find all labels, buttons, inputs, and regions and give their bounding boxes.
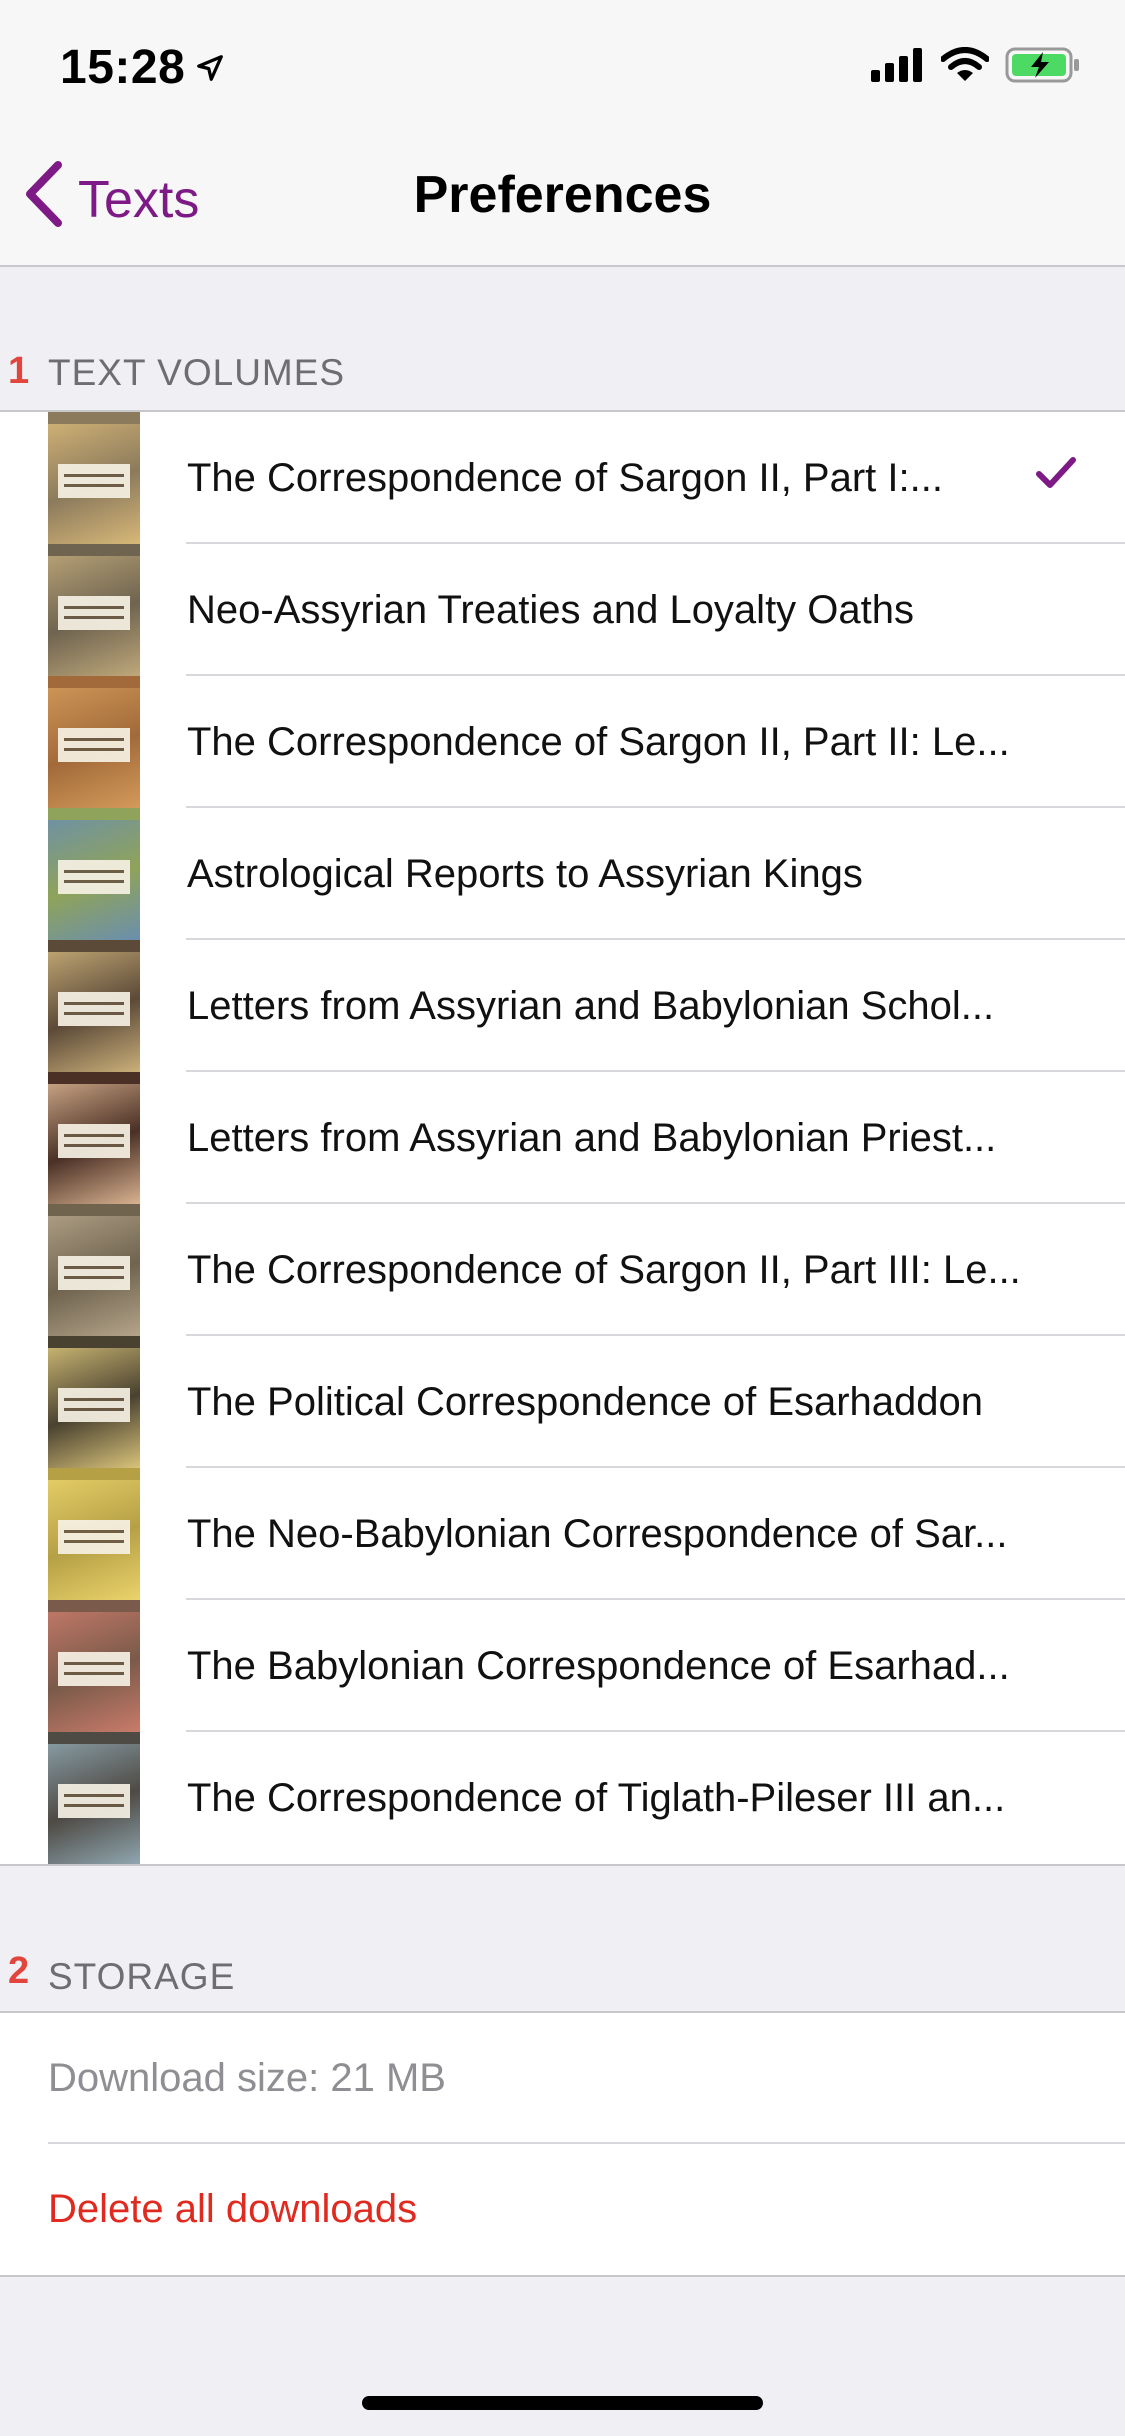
cellular-signal-icon <box>871 48 925 87</box>
cover-band <box>48 940 140 952</box>
volume-cover-image <box>48 544 140 676</box>
section-header-text-volumes: 1 TEXT VOLUMES <box>0 350 1125 410</box>
section-header-storage: 2 STORAGE <box>0 1950 1125 2010</box>
volume-title: Letters from Assyrian and Babylonian Pri… <box>187 1115 997 1160</box>
cover-label <box>58 728 130 762</box>
list-item[interactable]: The Babylonian Correspondence of Esarhad… <box>0 1600 1125 1732</box>
cover-label <box>58 1256 130 1290</box>
cover-label <box>58 1652 130 1686</box>
list-item[interactable]: The Correspondence of Sargon II, Part II… <box>0 1204 1125 1336</box>
cover-band <box>48 1204 140 1216</box>
status-bar-indicators <box>871 46 1081 89</box>
cover-band <box>48 544 140 556</box>
list-item[interactable]: The Correspondence of Tiglath-Pileser II… <box>0 1732 1125 1864</box>
volume-title: The Correspondence of Sargon II, Part I:… <box>187 455 943 500</box>
cover-label <box>58 1388 130 1422</box>
list-item[interactable]: The Political Correspondence of Esarhadd… <box>0 1336 1125 1468</box>
cover-label <box>58 992 130 1026</box>
cover-label <box>58 1520 130 1554</box>
cover-band <box>48 1732 140 1744</box>
delete-all-downloads-label: Delete all downloads <box>48 2187 418 2231</box>
volume-cover-image <box>48 1732 140 1864</box>
cover-band <box>48 1468 140 1480</box>
section-title: TEXT VOLUMES <box>48 352 346 393</box>
list-item[interactable]: The Correspondence of Sargon II, Part II… <box>0 676 1125 808</box>
volume-title: Neo-Assyrian Treaties and Loyalty Oaths <box>187 587 915 632</box>
volume-title: Letters from Assyrian and Babylonian Sch… <box>187 983 995 1028</box>
wifi-icon <box>940 47 990 88</box>
volume-title: The Correspondence of Sargon II, Part II… <box>187 1247 1021 1292</box>
cover-label <box>58 596 130 630</box>
volume-title: The Babylonian Correspondence of Esarhad… <box>187 1643 1010 1688</box>
cover-label <box>58 1124 130 1158</box>
section-title: STORAGE <box>48 1956 236 1997</box>
volume-title: The Political Correspondence of Esarhadd… <box>187 1379 984 1424</box>
location-arrow-icon <box>195 40 225 95</box>
volume-cover-image <box>48 412 140 544</box>
cover-label <box>58 464 130 498</box>
cover-label <box>58 860 130 894</box>
list-item[interactable]: The Neo-Babylonian Correspondence of Sar… <box>0 1468 1125 1600</box>
volume-cover-image <box>48 676 140 808</box>
section-number: 1 <box>8 350 30 392</box>
cover-band <box>48 1072 140 1084</box>
volume-cover-image <box>48 940 140 1072</box>
preferences-screen: 15:28 Texts Preferences 1 TEXT VOLUMES T… <box>0 0 1125 2436</box>
section-number: 2 <box>8 1950 30 1992</box>
list-item[interactable]: Letters from Assyrian and Babylonian Sch… <box>0 940 1125 1072</box>
list-item[interactable]: The Correspondence of Sargon II, Part I:… <box>0 412 1125 544</box>
checkmark-icon <box>1035 456 1077 495</box>
list-item[interactable]: Neo-Assyrian Treaties and Loyalty Oaths <box>0 544 1125 676</box>
cover-label <box>58 1784 130 1818</box>
clock: 15:28 <box>60 41 186 94</box>
cover-band <box>48 1600 140 1612</box>
volume-cover-image <box>48 808 140 940</box>
volume-title: The Correspondence of Tiglath-Pileser II… <box>187 1775 1006 1820</box>
list-item[interactable]: Astrological Reports to Assyrian Kings <box>0 808 1125 940</box>
cover-band <box>48 1336 140 1348</box>
cover-band <box>48 412 140 424</box>
volume-cover-image <box>48 1600 140 1732</box>
text-volumes-list: The Correspondence of Sargon II, Part I:… <box>0 410 1125 1866</box>
download-size-label: Download size: 21 MB <box>48 2056 446 2100</box>
volume-title: Astrological Reports to Assyrian Kings <box>187 851 863 896</box>
download-size-row: Download size: 21 MB <box>0 2013 1125 2144</box>
delete-all-downloads-button[interactable]: Delete all downloads <box>0 2144 1125 2275</box>
cover-band <box>48 808 140 820</box>
cover-band <box>48 676 140 688</box>
volume-cover-image <box>48 1072 140 1204</box>
status-bar-time: 15:28 <box>60 40 225 95</box>
volume-title: The Neo-Babylonian Correspondence of Sar… <box>187 1511 1008 1556</box>
storage-list: Download size: 21 MB Delete all download… <box>0 2011 1125 2277</box>
volume-title: The Correspondence of Sargon II, Part II… <box>187 719 1010 764</box>
list-item[interactable]: Letters from Assyrian and Babylonian Pri… <box>0 1072 1125 1204</box>
volume-cover-image <box>48 1468 140 1600</box>
battery-charging-icon <box>1005 46 1081 89</box>
navigation-bar: 15:28 Texts Preferences <box>0 0 1125 267</box>
volume-cover-image <box>48 1204 140 1336</box>
home-indicator <box>362 2396 763 2410</box>
page-title: Preferences <box>413 166 712 224</box>
volume-cover-image <box>48 1336 140 1468</box>
